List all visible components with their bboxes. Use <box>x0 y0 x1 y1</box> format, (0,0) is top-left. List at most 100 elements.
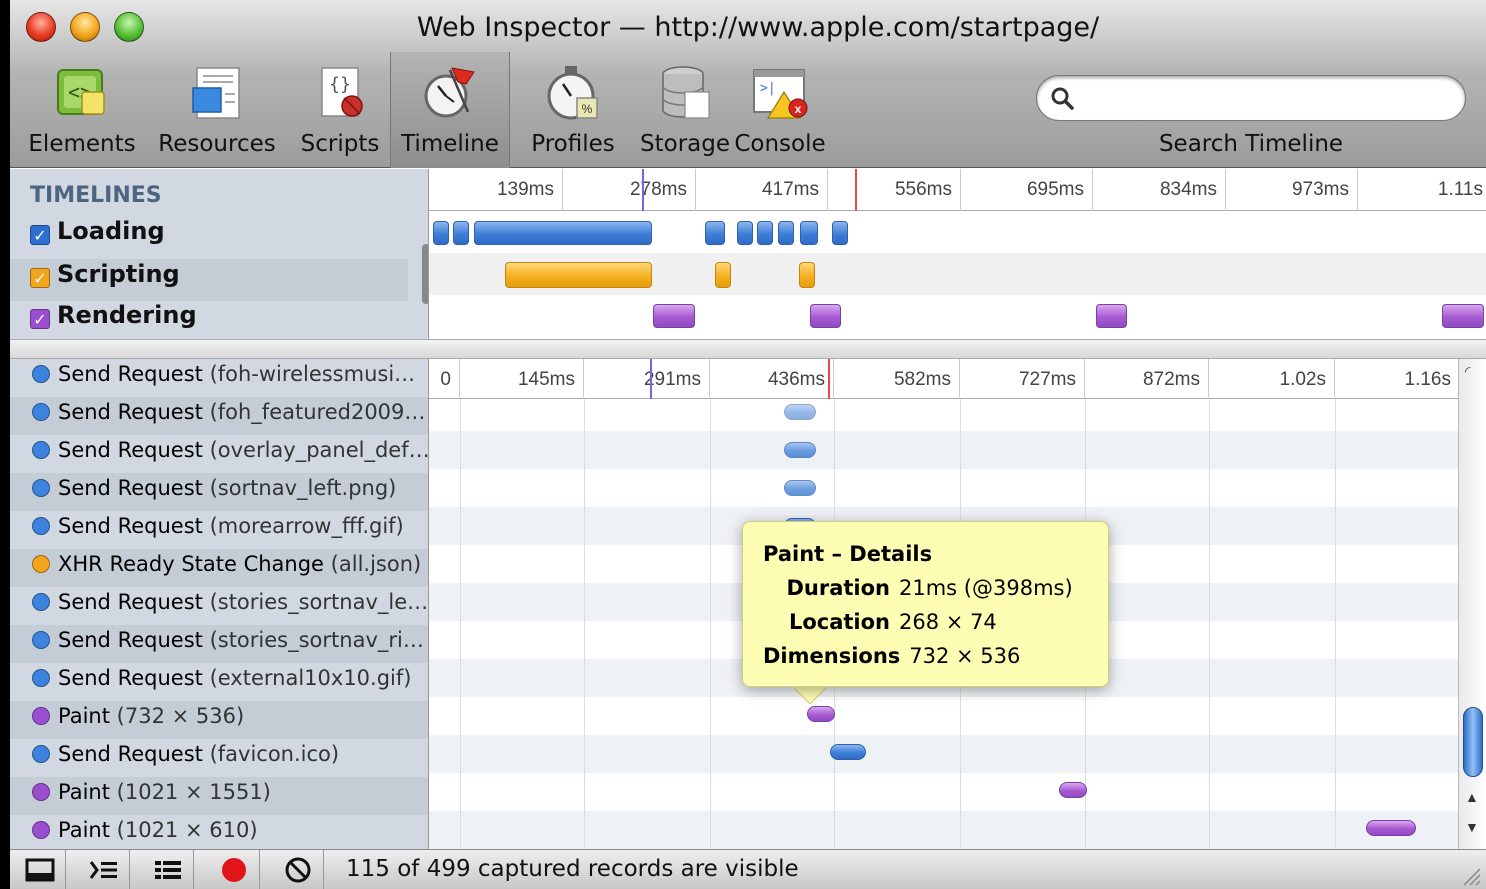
loading-bar <box>705 221 725 245</box>
record-row[interactable]: Send Request (sortnav_left.png) <box>10 473 428 511</box>
scroll-corner-icon: ◜ <box>1465 363 1471 379</box>
loading-bar <box>800 221 818 245</box>
record-detail: (external10x10.gif) <box>209 666 412 690</box>
svg-text:>|: >| <box>760 81 776 96</box>
record-row[interactable]: Send Request (stories_sortnav_ri… <box>10 625 428 663</box>
search-input[interactable] <box>1083 82 1453 114</box>
clear-button[interactable] <box>272 850 324 889</box>
toolbar-timeline[interactable]: Timeline <box>390 52 510 168</box>
record-detail: (stories_sortnav_ri… <box>209 628 424 652</box>
loading-bar <box>737 221 753 245</box>
record-detail: (foh_featured2009… <box>209 400 426 424</box>
record-row[interactable]: Paint (1021 × 1551) <box>10 777 428 815</box>
records-tick: 727ms <box>960 359 1085 399</box>
scroll-up-icon[interactable]: ▲ <box>1465 789 1479 805</box>
loading-dot-icon <box>32 631 50 649</box>
loading-bar <box>757 221 773 245</box>
category-scripting[interactable]: ✓ Scripting <box>10 259 408 301</box>
dom-content-marker <box>650 359 652 399</box>
records-tick: 436ms <box>710 359 834 399</box>
toolbar-console-label: Console <box>734 131 826 157</box>
tooltip-row-dimensions: Dimensions 732 × 536 <box>763 644 1108 668</box>
scripting-bar <box>715 262 731 288</box>
toolbar-timeline-label: Timeline <box>401 131 499 157</box>
grid-line <box>460 399 461 849</box>
category-rendering[interactable]: ✓ Rendering <box>30 301 197 329</box>
overview-graph[interactable]: 139ms 278ms 417ms 556ms 695ms 834ms 973m… <box>428 169 1486 339</box>
record-row[interactable]: Send Request (overlay_panel_def… <box>10 435 428 473</box>
loading-bar <box>453 221 469 245</box>
record-row[interactable]: Send Request (foh-wirelessmusi… <box>10 359 428 397</box>
loading-bar <box>778 221 794 245</box>
toolbar-resources[interactable]: Resources <box>150 52 284 168</box>
vertical-scrollbar[interactable]: ◜ ▲ ▼ <box>1458 359 1486 849</box>
resources-icon <box>192 67 240 119</box>
overview-tick: 139ms <box>429 169 563 211</box>
category-loading-label: Loading <box>57 217 165 245</box>
toolbar-console[interactable]: >| x Console <box>732 52 828 168</box>
records-tick: 145ms <box>460 359 584 399</box>
overview-tick: 695ms <box>961 169 1093 211</box>
record-row[interactable]: Send Request (favicon.ico) <box>10 739 428 777</box>
overview-button[interactable] <box>142 850 194 889</box>
record-row[interactable]: Paint (732 × 536) <box>10 701 428 739</box>
loading-dot-icon <box>32 441 50 459</box>
load-event-marker <box>855 169 857 211</box>
record-name: Paint <box>58 704 110 728</box>
toolbar-storage[interactable]: Storage <box>630 52 740 168</box>
records-tick: 1.02s <box>1209 359 1335 399</box>
timelines-header: TIMELINES <box>30 183 162 208</box>
records-tick: 291ms <box>584 359 710 399</box>
record-detail: (all.json) <box>330 552 422 576</box>
record-detail: (foh-wirelessmusi… <box>209 362 416 386</box>
search-icon <box>1051 87 1074 110</box>
toolbar-profiles[interactable]: % Profiles <box>518 52 628 168</box>
tooltip-title: Paint – Details <box>763 542 933 566</box>
checkmark-icon[interactable]: ✓ <box>30 225 50 245</box>
overview-tick: 834ms <box>1093 169 1226 211</box>
elements-icon: <> <box>57 69 105 115</box>
loading-dot-icon <box>32 745 50 763</box>
scroll-down-icon[interactable]: ▼ <box>1465 819 1479 835</box>
toolbar-scripts[interactable]: {} Scripts <box>292 52 388 168</box>
tooltip-value: 268 × 74 <box>899 610 997 634</box>
tooltip-row-duration: Duration 21ms (@398ms) <box>763 576 1108 600</box>
timeline-icon <box>424 67 475 118</box>
record-row[interactable]: Send Request (stories_sortnav_le… <box>10 587 428 625</box>
record-row[interactable]: Send Request (external10x10.gif) <box>10 663 428 701</box>
overview-row-rendering <box>429 295 1486 337</box>
toolbar-elements[interactable]: <> Elements <box>20 52 144 168</box>
checkmark-icon[interactable]: ✓ <box>30 268 50 288</box>
checkmark-icon[interactable]: ✓ <box>30 309 50 329</box>
overview-tick: 278ms <box>563 169 696 211</box>
panel-divider[interactable] <box>10 339 1486 359</box>
record-button[interactable] <box>208 850 260 889</box>
dock-button[interactable] <box>14 850 66 889</box>
toolbar-elements-label: Elements <box>28 131 136 157</box>
status-bar: 115 of 499 captured records are visible <box>10 849 1486 889</box>
large-rows-button[interactable] <box>78 850 130 889</box>
category-scripting-label: Scripting <box>57 260 180 288</box>
record-row[interactable]: XHR Ready State Change (all.json) <box>10 549 428 587</box>
scripting-bar <box>799 262 815 288</box>
record-bar <box>784 404 816 420</box>
category-loading[interactable]: ✓ Loading <box>30 217 165 245</box>
loading-bar <box>832 221 848 245</box>
record-row[interactable]: Send Request (foh_featured2009… <box>10 397 428 435</box>
rendering-bar <box>1442 304 1484 328</box>
record-row[interactable]: Send Request (morearrow_fff.gif) <box>10 511 428 549</box>
scrollbar-thumb[interactable] <box>1463 707 1483 777</box>
record-name: Paint <box>58 780 110 804</box>
grid-line <box>710 399 711 849</box>
scripts-icon: {} <box>321 67 363 117</box>
record-row[interactable]: Paint (1021 × 610) <box>10 815 428 849</box>
search-field[interactable] <box>1036 75 1466 121</box>
record-bar <box>784 480 816 496</box>
record-details-tooltip: Paint – Details Duration 21ms (@398ms) Lo… <box>742 521 1109 687</box>
svg-text:{}: {} <box>329 74 351 95</box>
toolbar: Web Inspector — http://www.apple.com/sta… <box>10 0 1486 168</box>
resize-grip-icon[interactable] <box>1460 865 1482 887</box>
record-detail: (favicon.ico) <box>209 742 340 766</box>
record-name: Send Request <box>58 438 203 462</box>
dock-icon <box>25 858 54 882</box>
